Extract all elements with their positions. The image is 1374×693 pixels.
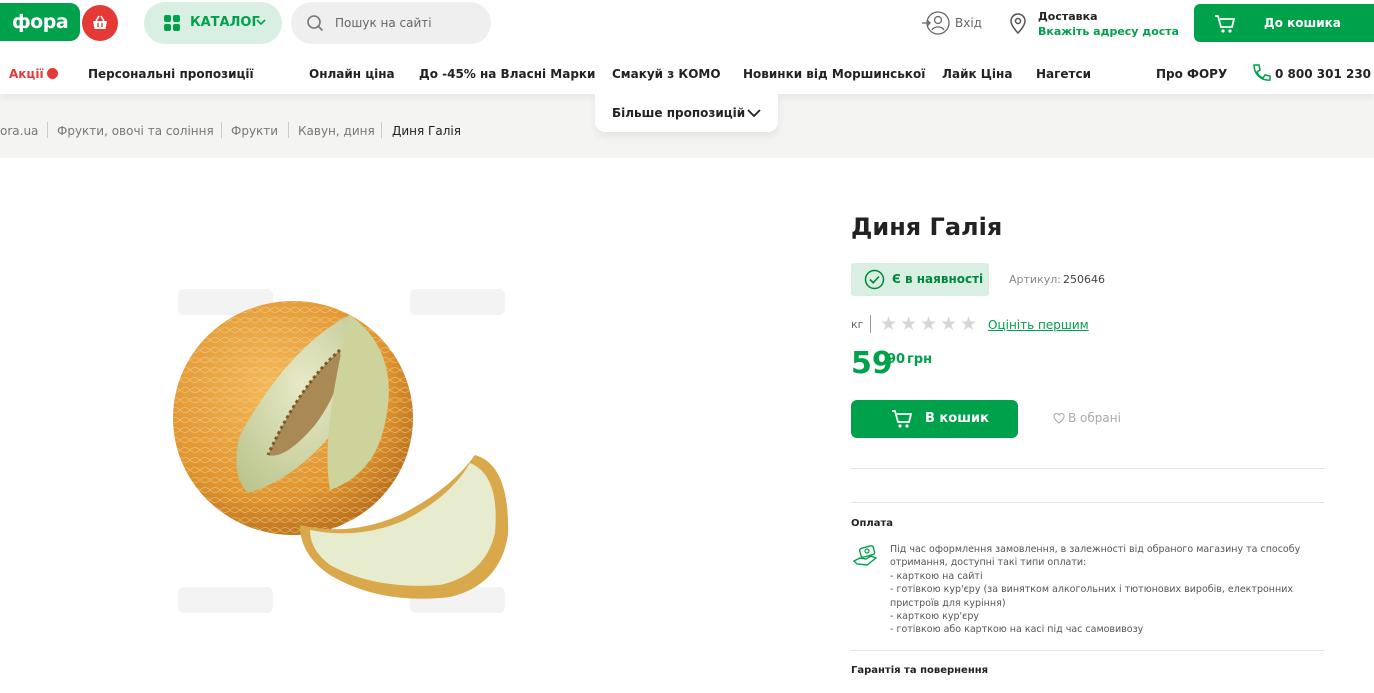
breadcrumb-current: Диня Галія <box>392 124 461 138</box>
phone-link[interactable]: 0 800 301 230 <box>1253 64 1372 81</box>
delivery-selector[interactable]: Доставка Вкажіть адресу доста... <box>1008 8 1178 40</box>
check-circle-icon <box>864 269 885 290</box>
user-login-icon <box>922 11 950 35</box>
divider <box>851 468 1324 469</box>
payment-intro: Під час оформлення замовлення, в залежно… <box>890 544 1301 569</box>
melon-image <box>173 301 509 599</box>
product-image[interactable] <box>150 275 530 615</box>
nav-item[interactable]: Смакуй з КОМО <box>612 67 721 81</box>
nav-item[interactable]: Нагетси <box>1036 67 1091 81</box>
search-input[interactable] <box>335 13 480 33</box>
percent-icon <box>46 68 58 79</box>
star-icon[interactable]: ★ <box>900 314 917 334</box>
star-icon[interactable]: ★ <box>960 314 977 334</box>
divider <box>870 315 871 333</box>
nav-item-promo[interactable]: Акції <box>9 67 58 81</box>
chevron-down-icon <box>747 109 761 118</box>
star-icon[interactable]: ★ <box>880 314 897 334</box>
chevron-down-icon <box>256 19 266 26</box>
payment-option: - карткою кур'єру <box>890 611 980 623</box>
payment-title: Оплата <box>851 518 894 529</box>
divider <box>851 502 1324 503</box>
divider <box>851 650 1324 651</box>
payment-hand-icon <box>852 545 878 566</box>
grid-icon <box>164 15 180 31</box>
breadcrumb-item[interactable]: ora.ua <box>0 124 38 138</box>
cart-icon <box>892 410 913 428</box>
heart-icon <box>1053 413 1065 424</box>
unit-label: кг <box>851 318 864 331</box>
stock-label: Є в наявності <box>892 272 984 286</box>
promo-label: Акції <box>9 67 44 81</box>
site-header: фора КАТАЛОГ Вхід Доставка Вкажіть адрес… <box>0 0 1374 48</box>
basket-logo-icon[interactable] <box>82 5 118 41</box>
sku-value: 250646 <box>1063 273 1105 286</box>
star-icon[interactable]: ★ <box>940 314 957 334</box>
search-box[interactable] <box>291 2 491 44</box>
star-icon[interactable]: ★ <box>920 314 937 334</box>
delivery-address: Вкажіть адресу доста... <box>1038 25 1178 38</box>
add-to-cart-label: В кошик <box>925 411 989 426</box>
breadcrumb-item[interactable]: Фрукти <box>231 124 278 138</box>
cart-button[interactable]: До кошика <box>1194 4 1374 42</box>
login-label: Вхід <box>955 16 982 30</box>
breadcrumb-item[interactable]: Фрукти, овочі та соління <box>57 124 214 138</box>
favorite-label: В обрані <box>1068 411 1121 425</box>
stock-badge: Є в наявності <box>851 263 989 296</box>
phone-number: 0 800 301 230 <box>1275 67 1372 81</box>
product-price: 59 90 грн <box>851 346 932 381</box>
rate-first-link[interactable]: Оцініть першим <box>988 318 1089 332</box>
cart-icon <box>1215 15 1236 33</box>
nav-item[interactable]: Лайк Ціна <box>942 67 1012 81</box>
nav-item[interactable]: Новинки від Моршинської <box>743 67 925 81</box>
delivery-title: Доставка <box>1038 10 1098 23</box>
nav-item[interactable]: Онлайн ціна <box>309 67 395 81</box>
nav-item[interactable]: Персональні пропозиції <box>88 67 254 81</box>
phone-icon <box>1253 64 1271 81</box>
main-nav: Акції Персональні пропозиції Онлайн ціна… <box>0 54 1374 94</box>
payment-option: - готівкою кур'єру (за винятком алкоголь… <box>890 584 1293 609</box>
location-pin-icon <box>1010 13 1026 34</box>
payment-option: - готівкою або карткою на касі під час с… <box>890 624 1144 636</box>
guarantee-title: Гарантія та повернення <box>851 665 989 676</box>
payment-option: - карткою на сайті <box>890 570 983 582</box>
product-title: Диня Галія <box>851 213 1003 241</box>
breadcrumb-item[interactable]: Кавун, диня <box>298 124 375 138</box>
add-to-cart-button[interactable]: В кошик <box>851 400 1018 438</box>
more-offers-dropdown[interactable]: Більше пропозицій <box>595 94 778 132</box>
nav-item[interactable]: До -45% на Власні Марки <box>419 67 595 81</box>
catalog-label: КАТАЛОГ <box>190 15 260 30</box>
catalog-button[interactable]: КАТАЛОГ <box>144 2 282 44</box>
logo[interactable]: фора <box>0 3 80 41</box>
price-cents: 90 <box>887 352 906 367</box>
cart-label: До кошика <box>1264 16 1341 30</box>
search-icon <box>307 15 324 32</box>
more-offers-label: Більше пропозицій <box>612 106 746 120</box>
nav-item-about[interactable]: Про ФОРУ <box>1156 67 1227 81</box>
payment-text: Під час оформлення замовлення, в залежно… <box>890 543 1324 637</box>
price-currency: грн <box>907 352 933 367</box>
product-page: фора КАТАЛОГ Вхід Доставка Вкажіть адрес… <box>0 0 1374 693</box>
sku-label: Артикул: <box>1009 273 1061 286</box>
